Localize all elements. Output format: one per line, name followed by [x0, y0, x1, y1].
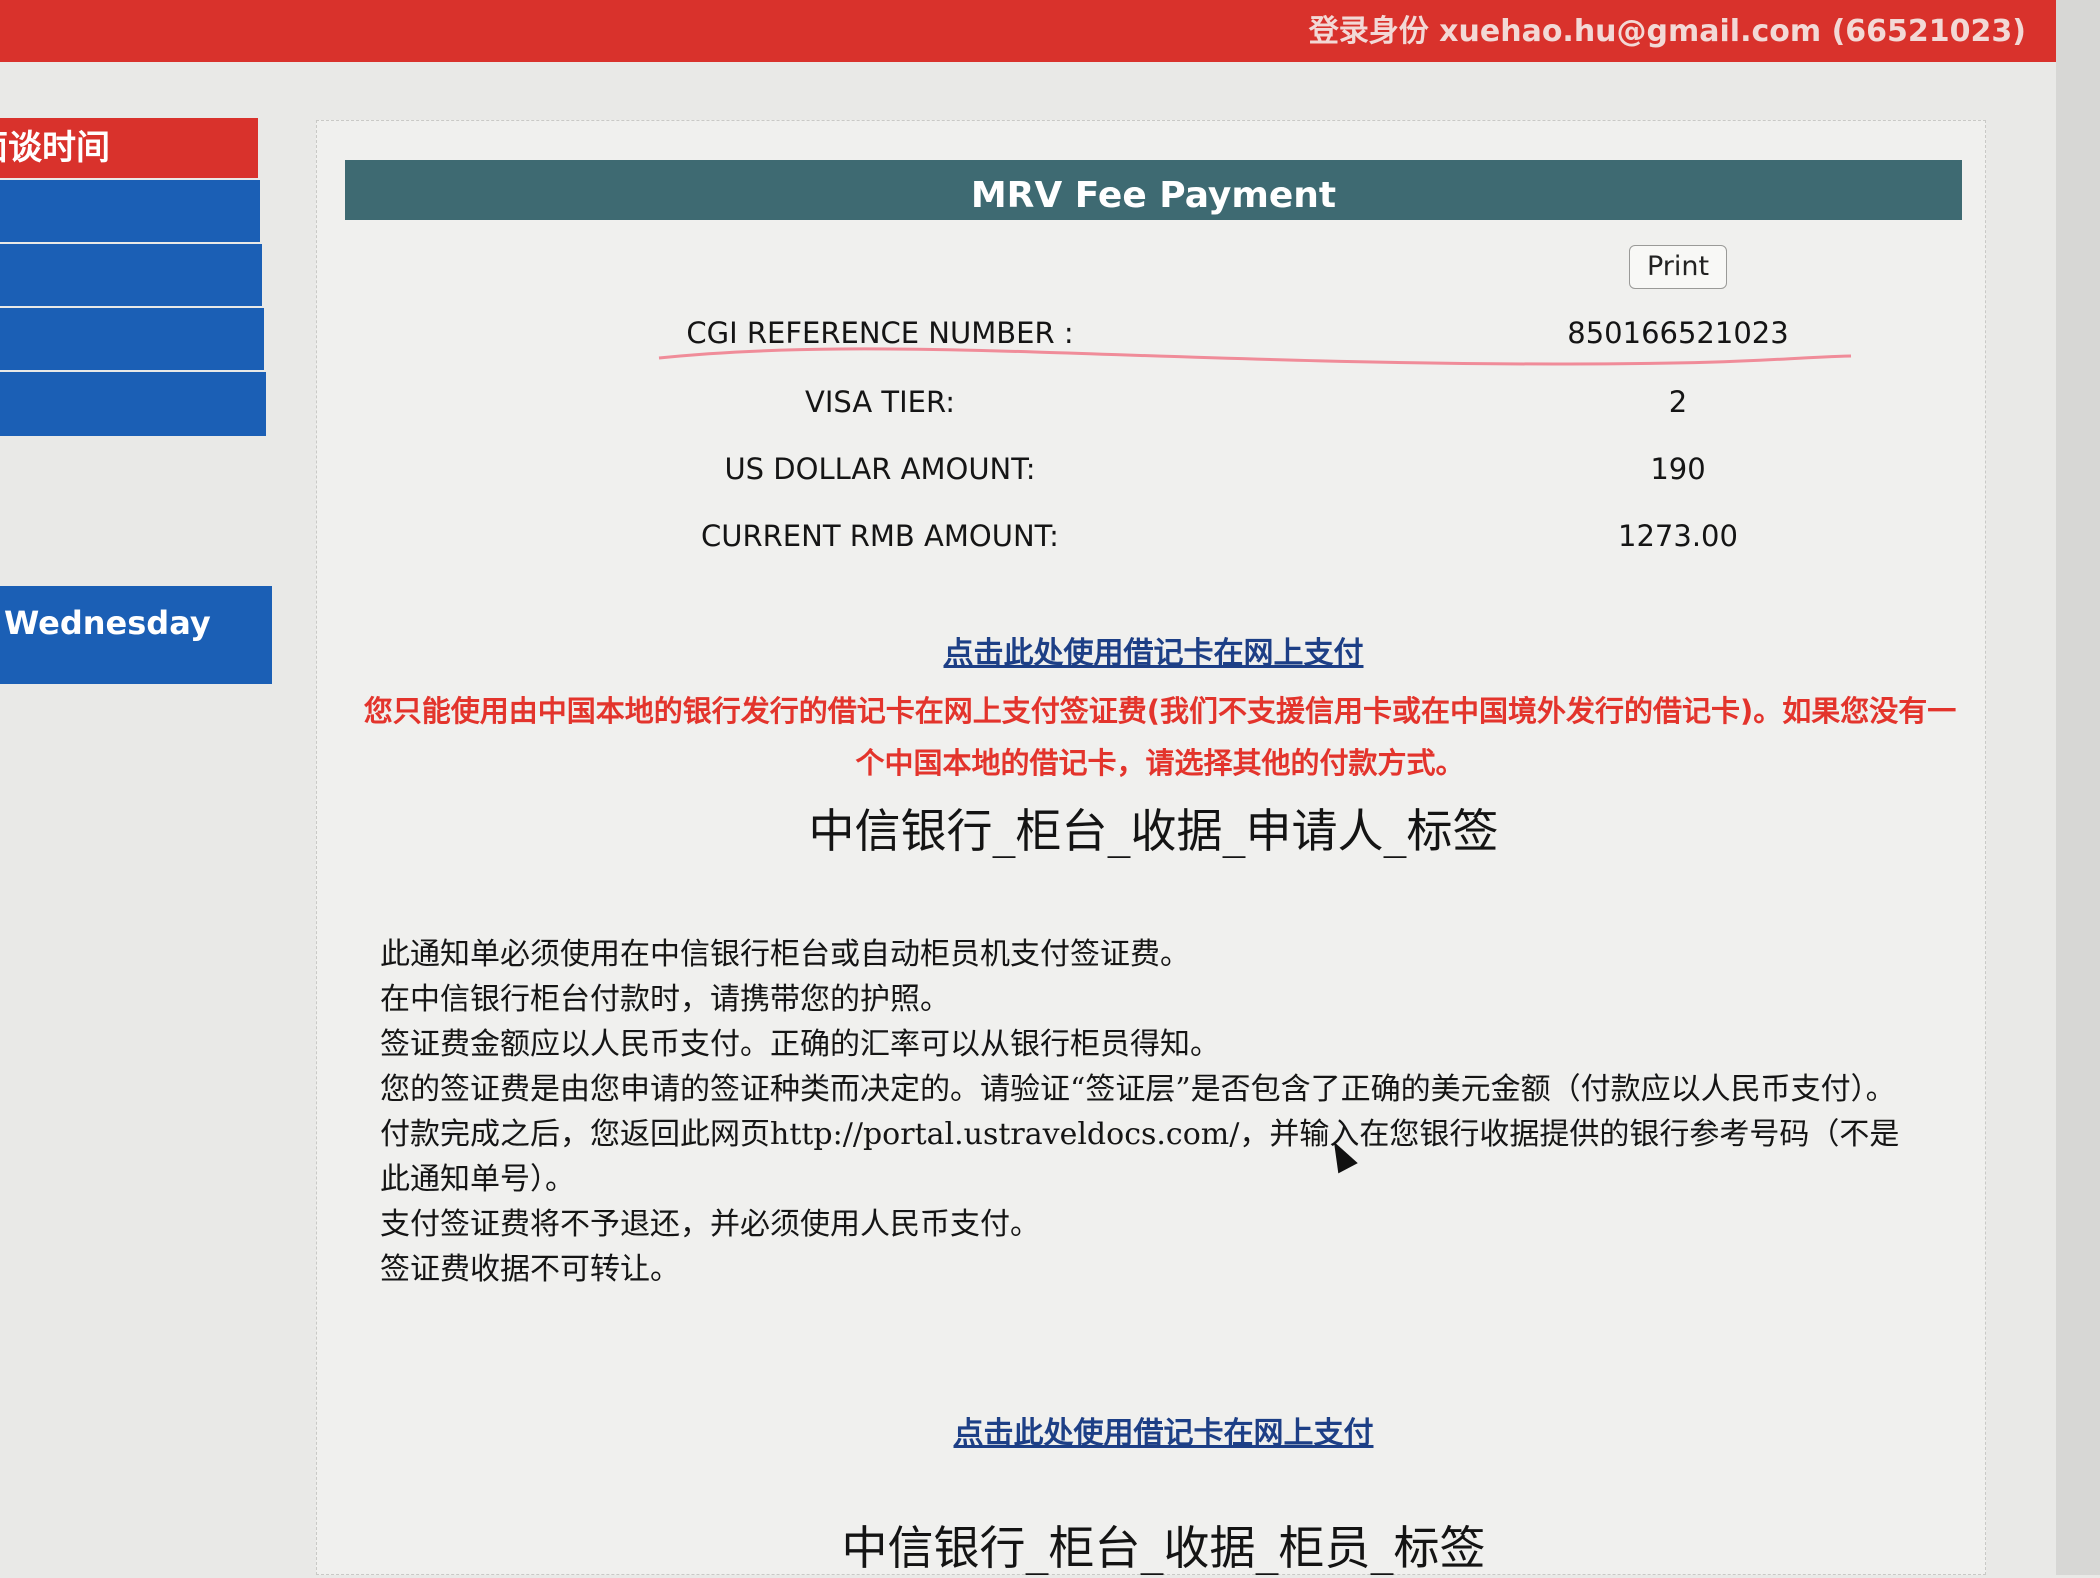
usd-amount-value: 190	[1650, 452, 1706, 486]
visa-tier-value: 2	[1668, 385, 1688, 419]
usd-amount-label: US DOLLAR AMOUNT:	[724, 452, 1036, 486]
pay-online-debit-link-2[interactable]: 点击此处使用借记卡在网上支付	[355, 1408, 1972, 1452]
notice-line: 您的签证费是由您申请的签证种类而决定的。请验证“签证层”是否包含了正确的美元金额…	[380, 1072, 1896, 1107]
print-button[interactable]: Print	[1629, 245, 1727, 289]
section-title-container: 中信银行_柜台_收据_申请人_标签	[345, 795, 1962, 858]
sidebar-header-interview-time: 面谈时间	[0, 118, 258, 178]
teller-receipt-title: 中信银行_柜台_收据_柜员_标签	[841, 1521, 1486, 1575]
top-header-bar: 登录身份 xuehao.hu@gmail.com (66521023)	[0, 0, 2056, 62]
pay-link-container: 点击此处使用借记卡在网上支付	[345, 628, 1962, 671]
notice-line: 在中信银行柜台付款时，请携带您的护照。	[380, 982, 950, 1017]
sidebar-item-2[interactable]	[0, 244, 262, 308]
sidebar-item-1[interactable]	[0, 180, 260, 244]
notice-line: 付款完成之后，您返回此网页http://portal.ustraveldocs.…	[380, 1117, 1900, 1197]
login-info: 登录身份 xuehao.hu@gmail.com (66521023)	[1309, 6, 2026, 50]
section-title-container-2: 中信银行_柜台_收据_柜员_标签	[355, 1512, 1972, 1575]
notice-line: 支付签证费将不予退还，并必须使用人民币支付。	[380, 1207, 1040, 1242]
pay-online-debit-link[interactable]: 点击此处使用借记卡在网上支付	[345, 628, 1962, 672]
sidebar-header-label: 面谈时间	[0, 128, 110, 168]
applicant-receipt-title: 中信银行_柜台_收据_申请人_标签	[808, 804, 1499, 858]
pen-underline-mark	[658, 347, 1852, 366]
pay-link-container-2: 点击此处使用借记卡在网上支付	[355, 1408, 1972, 1451]
page-title: MRV Fee Payment	[345, 160, 1962, 220]
notice-line: 签证费收据不可转让。	[380, 1252, 680, 1287]
sidebar-item-4[interactable]	[0, 372, 266, 438]
notice-line: 签证费金额应以人民币支付。正确的汇率可以从银行柜员得知。	[380, 1027, 1220, 1062]
login-label: 登录身份	[1308, 14, 1429, 49]
window-edge	[2056, 0, 2100, 1575]
rmb-amount-label: CURRENT RMB AMOUNT:	[701, 519, 1059, 553]
sidebar-day-label: Wednesday	[4, 604, 211, 642]
rmb-amount-value: 1273.00	[1618, 519, 1738, 553]
sidebar-item-wednesday[interactable]: Wednesday	[0, 586, 272, 684]
payment-notice: 此通知单必须使用在中信银行柜台或自动柜员机支付签证费。 在中信银行柜台付款时，请…	[380, 932, 1920, 1292]
visa-tier-label: VISA TIER:	[804, 385, 955, 419]
notice-line: 此通知单必须使用在中信银行柜台或自动柜员机支付签证费。	[380, 937, 1190, 972]
login-user: xuehao.hu@gmail.com (66521023)	[1439, 14, 2026, 49]
sidebar-item-3[interactable]	[0, 308, 264, 372]
debit-card-warning: 您只能使用由中国本地的银行发行的借记卡在网上支付签证费(我们不支援信用卡或在中国…	[363, 694, 1957, 780]
